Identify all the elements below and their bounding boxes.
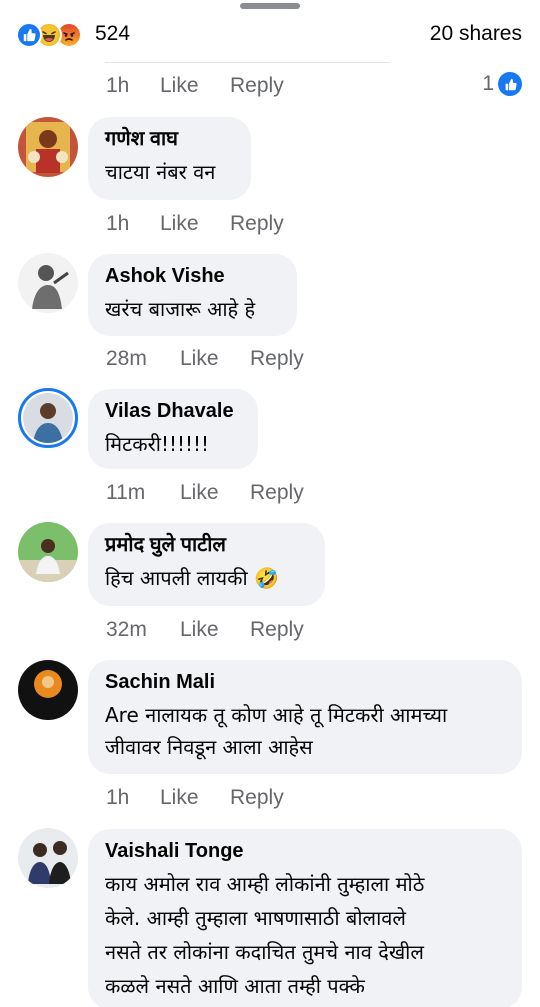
reply-button[interactable]: Reply [230,786,284,810]
avatar[interactable] [18,522,78,582]
like-count-number: 1 [482,72,494,95]
like-button[interactable]: Like [160,74,230,98]
comment-bubble[interactable]: प्रमोद घुले पाटील हिच आपली लायकी 🤣 [88,523,325,606]
like-icon [16,22,42,48]
comment-text-line: Are नालायक तू कोण आहे तू मिटकरी आमच्या [105,703,448,727]
reply-button[interactable]: Reply [230,74,284,98]
comment-text-line: नसते तर लोकांना कदाचित तुमचे नाव देखील [105,940,424,964]
reaction-count[interactable]: 524 [95,22,130,46]
comment-time: 1h [106,74,130,97]
comment-text-content: हिच आपली लायकी [105,566,248,590]
comment-author[interactable]: प्रमोद घुले पाटील [105,533,307,557]
like-button[interactable]: Like [180,347,250,371]
shares-count[interactable]: 20 shares [430,22,522,46]
comment-like-count[interactable]: 1 [482,72,522,96]
comment-text: Are नालायक तू कोण आहे तू मिटकरी आमच्या ज… [105,698,504,764]
comment-text: चाटया नंबर वन [105,160,216,184]
comment-actions: 1h Like Reply [106,212,284,236]
reply-button[interactable]: Reply [250,347,304,371]
drag-handle[interactable] [240,3,300,9]
comment-bubble[interactable]: गणेश वाघ चाटया नंबर वन [88,117,251,200]
comment-time: 1h [106,212,130,235]
like-button[interactable]: Like [160,212,230,236]
reply-button[interactable]: Reply [250,618,304,642]
comment-text: काय अमोल राव आम्ही लोकांनी तुम्हाला मोठे… [105,867,504,1003]
reaction-summary-bar: 524 20 shares [0,18,540,52]
comment-author[interactable]: Sachin Mali [105,670,504,694]
comment-bubble[interactable]: Vilas Dhavale मिटकरी!!!!!! [88,389,258,469]
comment-bubble[interactable]: Sachin Mali Are नालायक तू कोण आहे तू मिट… [88,660,522,774]
divider [105,62,390,63]
comment-time: 11m [106,481,146,504]
avatar[interactable] [18,660,78,720]
like-button[interactable]: Like [180,481,250,505]
rofl-emoji: 🤣 [254,566,279,590]
avatar[interactable] [18,117,78,177]
comment-text: हिच आपली लायकी 🤣 [105,561,307,595]
comment-time: 28m [106,347,147,370]
comment-text-line: कळले नसते आणि आता तम्ही पक्के [105,974,365,998]
avatar[interactable] [18,253,78,313]
comment-author[interactable]: गणेश वाघ [105,127,233,151]
comment-time: 32m [106,618,147,641]
avatar[interactable] [18,828,78,888]
like-button[interactable]: Like [180,618,250,642]
comment-time: 1h [106,786,130,809]
comment-text: खरंच बाजारू आहे हे [105,297,256,321]
comment-bubble[interactable]: Ashok Vishe खरंच बाजारू आहे हे [88,254,297,336]
like-button[interactable]: Like [160,786,230,810]
comment-author[interactable]: Ashok Vishe [105,264,279,288]
comment-text-line: काय अमोल राव आम्ही लोकांनी तुम्हाला मोठे [105,872,425,896]
comment-author[interactable]: Vaishali Tonge [105,839,504,863]
comment-actions: 1h Like Reply [106,786,284,810]
avatar[interactable] [18,388,78,448]
comment-actions: 28m Like Reply [106,347,304,371]
comment-text-line: जीवावर निवडून आला आहेस [105,735,313,759]
comment-text: मिटकरी!!!!!! [105,432,210,456]
comment-text-line: केले. आम्ही तुम्हाला भाषणासाठी बोलावले [105,906,406,930]
reply-button[interactable]: Reply [230,212,284,236]
reply-button[interactable]: Reply [250,481,304,505]
like-icon [498,72,522,96]
comment-actions: 32m Like Reply [106,618,304,642]
comment-actions: 1h Like Reply [106,74,284,98]
comment-author[interactable]: Vilas Dhavale [105,399,240,423]
comment-actions: 11m Like Reply [106,481,304,505]
comment-bubble[interactable]: Vaishali Tonge काय अमोल राव आम्ही लोकांन… [88,829,522,1007]
